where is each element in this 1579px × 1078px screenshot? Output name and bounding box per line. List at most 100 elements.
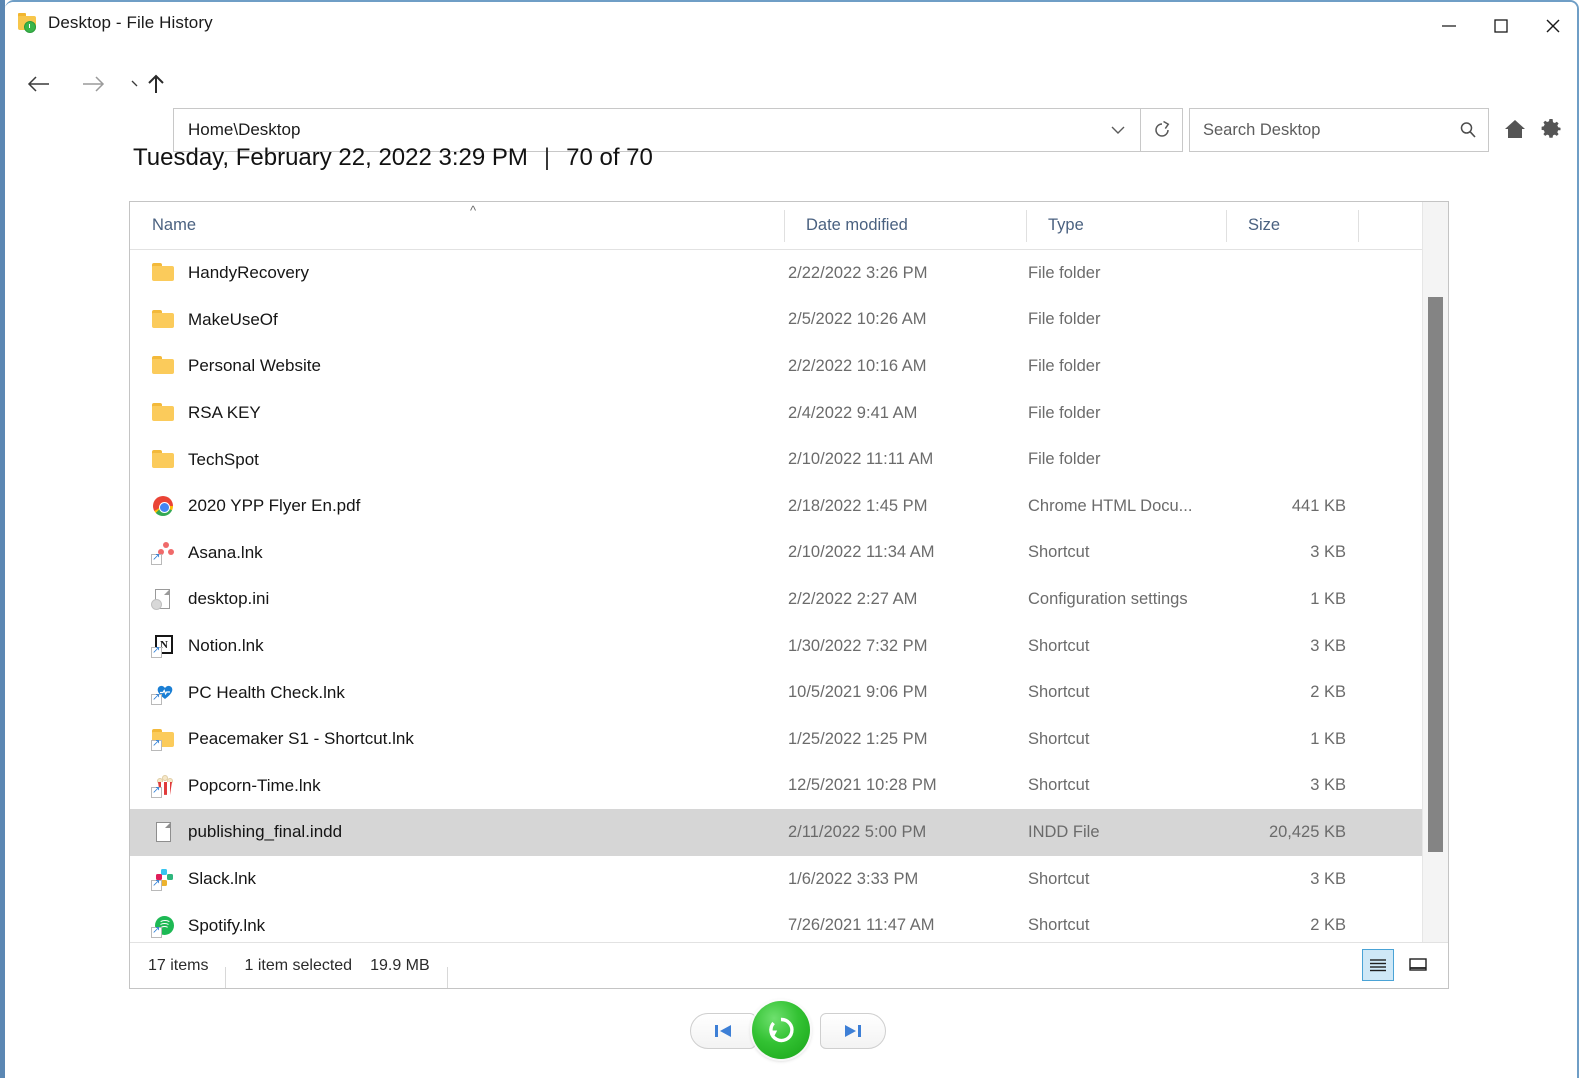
file-name-cell: Asana.lnk xyxy=(151,530,263,577)
type-cell: File folder xyxy=(1028,263,1101,282)
folder-icon xyxy=(152,449,174,471)
date-modified-cell: 12/5/2021 10:28 PM xyxy=(788,776,937,795)
date-modified-cell: 2/10/2022 11:11 AM xyxy=(788,450,934,469)
refresh-button[interactable] xyxy=(1141,108,1183,152)
search-input[interactable]: Search Desktop xyxy=(1190,121,1448,140)
file-name-label: desktop.ini xyxy=(188,589,270,609)
table-row[interactable]: N Notion.lnk 1/30/2022 7:32 PM Shortcut 3 KB xyxy=(130,623,1425,670)
table-row[interactable]: Personal Website 2/2/2022 10:16 AM File fo… xyxy=(130,343,1425,390)
file-history-window: Desktop - File History Home\Desktop Sear… xyxy=(5,0,1579,1078)
version-header: Tuesday, February 22, 2022 3:29 PM | 70 … xyxy=(133,144,653,172)
previous-version-button[interactable] xyxy=(690,1013,756,1049)
size-cell: 441 KB xyxy=(1291,496,1346,515)
file-name-cell: desktop.ini xyxy=(151,576,270,623)
chevron-down-icon[interactable] xyxy=(1096,109,1140,151)
file-name-label: Slack.lnk xyxy=(188,869,257,889)
restore-button[interactable] xyxy=(752,1001,810,1059)
file-name-cell: Personal Website xyxy=(152,343,321,390)
folder-shortcut-icon xyxy=(151,728,174,752)
size-cell: 3 KB xyxy=(1310,869,1346,888)
file-name-cell: Popcorn-Time.lnk xyxy=(151,763,321,810)
date-modified-cell: 2/4/2022 9:41 AM xyxy=(788,403,918,422)
column-header-date-modified[interactable]: Date modified xyxy=(784,202,1026,249)
column-header-name[interactable]: Name xyxy=(130,202,784,249)
file-name-label: HandyRecovery xyxy=(188,263,309,283)
next-version-button[interactable] xyxy=(820,1013,886,1049)
details-view-button[interactable] xyxy=(1362,949,1394,981)
table-row[interactable]: 2020 YPP Flyer En.pdf 2/18/2022 1:45 PM Ch… xyxy=(130,483,1425,530)
table-row[interactable]: HandyRecovery 2/22/2022 3:26 PM File folde… xyxy=(130,250,1425,297)
file-name-label: Notion.lnk xyxy=(188,636,264,656)
maximize-button[interactable] xyxy=(1475,2,1527,49)
file-name-cell: 2020 YPP Flyer En.pdf xyxy=(152,483,360,530)
table-row[interactable]: Asana.lnk 2/10/2022 11:34 AM Shortcut 3 KB xyxy=(130,530,1425,577)
title-bar: Desktop - File History xyxy=(5,2,1577,50)
type-cell: Shortcut xyxy=(1028,636,1090,655)
vertical-scrollbar[interactable] xyxy=(1422,202,1448,988)
home-icon[interactable] xyxy=(1500,114,1530,144)
table-row[interactable]: publishing_final.indd 2/11/2022 5:00 PM IN… xyxy=(130,809,1425,856)
date-modified-cell: 1/6/2022 3:33 PM xyxy=(788,869,919,888)
version-date: Tuesday, February 22, 2022 3:29 PM xyxy=(133,144,528,171)
search-icon[interactable] xyxy=(1448,109,1488,151)
window-title: Desktop - File History xyxy=(48,13,213,32)
table-row[interactable]: TechSpot 2/10/2022 11:11 AM File folder xyxy=(130,436,1425,483)
minimize-button[interactable] xyxy=(1423,2,1475,49)
column-header-row: ^ Name Date modified Type Size xyxy=(130,202,1448,250)
table-row[interactable]: MakeUseOf 2/5/2022 10:26 AM File folder xyxy=(130,297,1425,344)
folder-icon xyxy=(152,262,174,284)
table-row[interactable]: Popcorn-Time.lnk 12/5/2021 10:28 PM Shortc… xyxy=(130,763,1425,810)
column-divider[interactable] xyxy=(1358,210,1359,242)
table-row[interactable]: RSA KEY 2/4/2022 9:41 AM File folder xyxy=(130,390,1425,437)
close-button[interactable] xyxy=(1527,2,1577,49)
gear-icon[interactable] xyxy=(1536,114,1566,144)
date-modified-cell: 2/22/2022 3:26 PM xyxy=(788,263,928,282)
address-input[interactable]: Home\Desktop xyxy=(174,120,1096,140)
file-name-label: Peacemaker S1 - Shortcut.lnk xyxy=(188,729,414,749)
up-button[interactable] xyxy=(141,66,171,102)
column-divider[interactable] xyxy=(784,210,785,242)
file-name-label: RSA KEY xyxy=(188,403,261,423)
large-icons-view-button[interactable] xyxy=(1402,949,1434,981)
table-row[interactable]: Peacemaker S1 - Shortcut.lnk 1/25/2022 1:… xyxy=(130,716,1425,763)
table-row[interactable]: Slack.lnk 1/6/2022 3:33 PM Shortcut 3 KB xyxy=(130,856,1425,903)
date-modified-cell: 2/2/2022 2:27 AM xyxy=(788,589,918,608)
type-cell: File folder xyxy=(1028,310,1101,329)
type-cell: Shortcut xyxy=(1028,543,1090,562)
date-modified-cell: 2/2/2022 10:16 AM xyxy=(788,356,927,375)
date-modified-cell: 2/10/2022 11:34 AM xyxy=(788,543,935,562)
file-name-cell: RSA KEY xyxy=(152,390,261,437)
notion-shortcut-icon: N xyxy=(151,635,174,659)
column-header-type[interactable]: Type xyxy=(1026,202,1226,249)
view-mode-buttons xyxy=(1362,949,1434,981)
version-transport-controls xyxy=(690,1001,886,1059)
file-list-rows: HandyRecovery 2/22/2022 3:26 PM File folde… xyxy=(130,250,1448,988)
type-cell: INDD File xyxy=(1028,822,1100,841)
column-header-size[interactable]: Size xyxy=(1226,202,1358,249)
folder-clock-icon xyxy=(17,12,39,34)
search-box[interactable]: Search Desktop xyxy=(1189,108,1489,152)
status-selection: 1 item selected xyxy=(244,956,353,974)
date-modified-cell: 2/5/2022 10:26 AM xyxy=(788,310,927,329)
type-cell: Shortcut xyxy=(1028,683,1090,702)
file-name-label: TechSpot xyxy=(188,449,259,469)
back-button[interactable] xyxy=(21,66,57,102)
file-name-label: MakeUseOf xyxy=(188,309,278,329)
forward-button[interactable] xyxy=(75,66,111,102)
column-divider[interactable] xyxy=(1226,210,1227,242)
popcorn-shortcut-icon xyxy=(151,774,174,798)
blank-file-icon xyxy=(152,821,174,843)
type-cell: File folder xyxy=(1028,356,1101,375)
table-row[interactable]: PC Health Check.lnk 10/5/2021 9:06 PM Shor… xyxy=(130,669,1425,716)
column-divider[interactable] xyxy=(1026,210,1027,242)
file-name-cell: HandyRecovery xyxy=(152,250,309,297)
table-row[interactable]: desktop.ini 2/2/2022 2:27 AM Configuration… xyxy=(130,576,1425,623)
status-bar: 17 items 1 item selected 19.9 MB xyxy=(130,942,1448,988)
type-cell: Shortcut xyxy=(1028,776,1090,795)
ini-file-icon xyxy=(151,588,174,611)
asana-shortcut-icon xyxy=(151,541,174,565)
size-cell xyxy=(1150,297,1346,344)
file-name-label: PC Health Check.lnk xyxy=(188,682,345,702)
window-controls xyxy=(1423,2,1577,49)
scrollbar-thumb[interactable] xyxy=(1428,297,1443,852)
